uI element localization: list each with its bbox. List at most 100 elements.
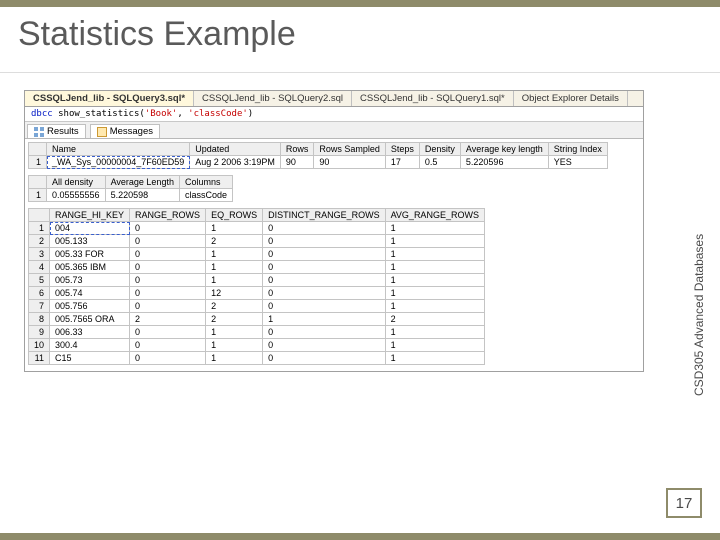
column-header[interactable]: AVG_RANGE_ROWS xyxy=(385,209,484,222)
cell[interactable]: 0 xyxy=(263,352,386,365)
row-number[interactable]: 3 xyxy=(29,248,50,261)
cell[interactable]: 90 xyxy=(280,156,314,169)
file-tab[interactable]: CSSQLJend_lib - SQLQuery1.sql* xyxy=(352,91,514,106)
cell[interactable]: 0 xyxy=(263,326,386,339)
cell[interactable]: 1 xyxy=(206,261,263,274)
column-header[interactable]: Name xyxy=(47,143,190,156)
cell[interactable]: 0 xyxy=(263,248,386,261)
table-row[interactable]: 10040101 xyxy=(29,222,485,235)
cell[interactable]: 0.05555556 xyxy=(47,189,106,202)
file-tab-active[interactable]: CSSQLJend_lib - SQLQuery3.sql* xyxy=(25,91,194,106)
cell[interactable]: 0 xyxy=(130,248,206,261)
cell[interactable]: 0 xyxy=(130,352,206,365)
file-tab[interactable]: Object Explorer Details xyxy=(514,91,628,106)
table-row[interactable]: 9006.330101 xyxy=(29,326,485,339)
cell[interactable]: 005.74 xyxy=(50,287,130,300)
tab-messages[interactable]: Messages xyxy=(90,124,160,138)
table-row[interactable]: 4005.365 IBM0101 xyxy=(29,261,485,274)
sql-query-line[interactable]: dbcc show_statistics('Book', 'classCode'… xyxy=(25,107,643,122)
cell[interactable]: 300.4 xyxy=(50,339,130,352)
cell[interactable]: 0 xyxy=(130,222,206,235)
cell[interactable]: 005.33 FOR xyxy=(50,248,130,261)
column-header[interactable]: All density xyxy=(47,176,106,189)
cell[interactable]: 0 xyxy=(263,300,386,313)
cell[interactable]: C15 xyxy=(50,352,130,365)
table-row[interactable]: 10.055555565.220598classCode xyxy=(29,189,233,202)
cell[interactable]: _WA_Sys_00000004_7F60ED59 xyxy=(47,156,190,169)
cell[interactable]: classCode xyxy=(179,189,232,202)
row-number[interactable]: 5 xyxy=(29,274,50,287)
cell[interactable]: 1 xyxy=(206,248,263,261)
table-row[interactable]: 10300.40101 xyxy=(29,339,485,352)
column-header[interactable]: Rows Sampled xyxy=(314,143,386,156)
cell[interactable]: 0 xyxy=(263,261,386,274)
cell[interactable]: 1 xyxy=(385,326,484,339)
row-number[interactable]: 11 xyxy=(29,352,50,365)
tab-results[interactable]: Results xyxy=(27,124,86,138)
column-header[interactable]: EQ_ROWS xyxy=(206,209,263,222)
cell[interactable]: 1 xyxy=(206,339,263,352)
cell[interactable]: 90 xyxy=(314,156,386,169)
cell[interactable]: 5.220598 xyxy=(105,189,179,202)
cell[interactable]: 0 xyxy=(263,339,386,352)
table-row[interactable]: 7005.7560201 xyxy=(29,300,485,313)
cell[interactable]: 1 xyxy=(206,274,263,287)
cell[interactable]: 0 xyxy=(130,326,206,339)
cell[interactable]: 1 xyxy=(206,222,263,235)
cell[interactable]: 0 xyxy=(130,339,206,352)
table-row[interactable]: 11C150101 xyxy=(29,352,485,365)
cell[interactable]: 1 xyxy=(385,248,484,261)
cell[interactable]: 006.33 xyxy=(50,326,130,339)
row-number[interactable]: 7 xyxy=(29,300,50,313)
column-header[interactable] xyxy=(29,143,47,156)
cell[interactable]: 0.5 xyxy=(419,156,460,169)
cell[interactable]: 1 xyxy=(385,339,484,352)
cell[interactable]: 5.220596 xyxy=(460,156,548,169)
table-row[interactable]: 2005.1330201 xyxy=(29,235,485,248)
cell[interactable]: 0 xyxy=(130,287,206,300)
cell[interactable]: 005.73 xyxy=(50,274,130,287)
table-row[interactable]: 8005.7565 ORA2212 xyxy=(29,313,485,326)
column-header[interactable]: RANGE_ROWS xyxy=(130,209,206,222)
column-header[interactable]: Density xyxy=(419,143,460,156)
table-row[interactable]: 5005.730101 xyxy=(29,274,485,287)
row-number[interactable]: 9 xyxy=(29,326,50,339)
column-header[interactable]: RANGE_HI_KEY xyxy=(50,209,130,222)
cell[interactable]: 1 xyxy=(385,235,484,248)
cell[interactable]: 0 xyxy=(130,261,206,274)
cell[interactable]: 12 xyxy=(206,287,263,300)
cell[interactable]: 1 xyxy=(385,261,484,274)
cell[interactable]: 1 xyxy=(206,326,263,339)
cell[interactable]: 004 xyxy=(50,222,130,235)
cell[interactable]: 2 xyxy=(206,313,263,326)
table-row[interactable]: 3005.33 FOR0101 xyxy=(29,248,485,261)
column-header[interactable] xyxy=(29,176,47,189)
column-header[interactable]: Average key length xyxy=(460,143,548,156)
row-number[interactable]: 4 xyxy=(29,261,50,274)
cell[interactable]: 0 xyxy=(130,300,206,313)
cell[interactable]: 005.756 xyxy=(50,300,130,313)
table-row[interactable]: 1_WA_Sys_00000004_7F60ED59Aug 2 2006 3:1… xyxy=(29,156,608,169)
row-number[interactable]: 10 xyxy=(29,339,50,352)
row-number[interactable]: 2 xyxy=(29,235,50,248)
table-row[interactable]: 6005.7401201 xyxy=(29,287,485,300)
row-number[interactable]: 8 xyxy=(29,313,50,326)
cell[interactable]: 0 xyxy=(263,274,386,287)
row-number[interactable]: 1 xyxy=(29,189,47,202)
cell[interactable]: 0 xyxy=(263,235,386,248)
column-header[interactable]: String Index xyxy=(548,143,607,156)
cell[interactable]: 005.365 IBM xyxy=(50,261,130,274)
cell[interactable]: 0 xyxy=(130,274,206,287)
cell[interactable]: 17 xyxy=(385,156,419,169)
cell[interactable]: 1 xyxy=(385,352,484,365)
row-number[interactable]: 6 xyxy=(29,287,50,300)
column-header[interactable]: DISTINCT_RANGE_ROWS xyxy=(263,209,386,222)
cell[interactable]: 005.7565 ORA xyxy=(50,313,130,326)
file-tab[interactable]: CSSQLJend_lib - SQLQuery2.sql xyxy=(194,91,352,106)
cell[interactable]: Aug 2 2006 3:19PM xyxy=(190,156,281,169)
cell[interactable]: 1 xyxy=(385,274,484,287)
column-header[interactable]: Columns xyxy=(179,176,232,189)
column-header[interactable]: Updated xyxy=(190,143,281,156)
column-header[interactable]: Average Length xyxy=(105,176,179,189)
cell[interactable]: 0 xyxy=(130,235,206,248)
